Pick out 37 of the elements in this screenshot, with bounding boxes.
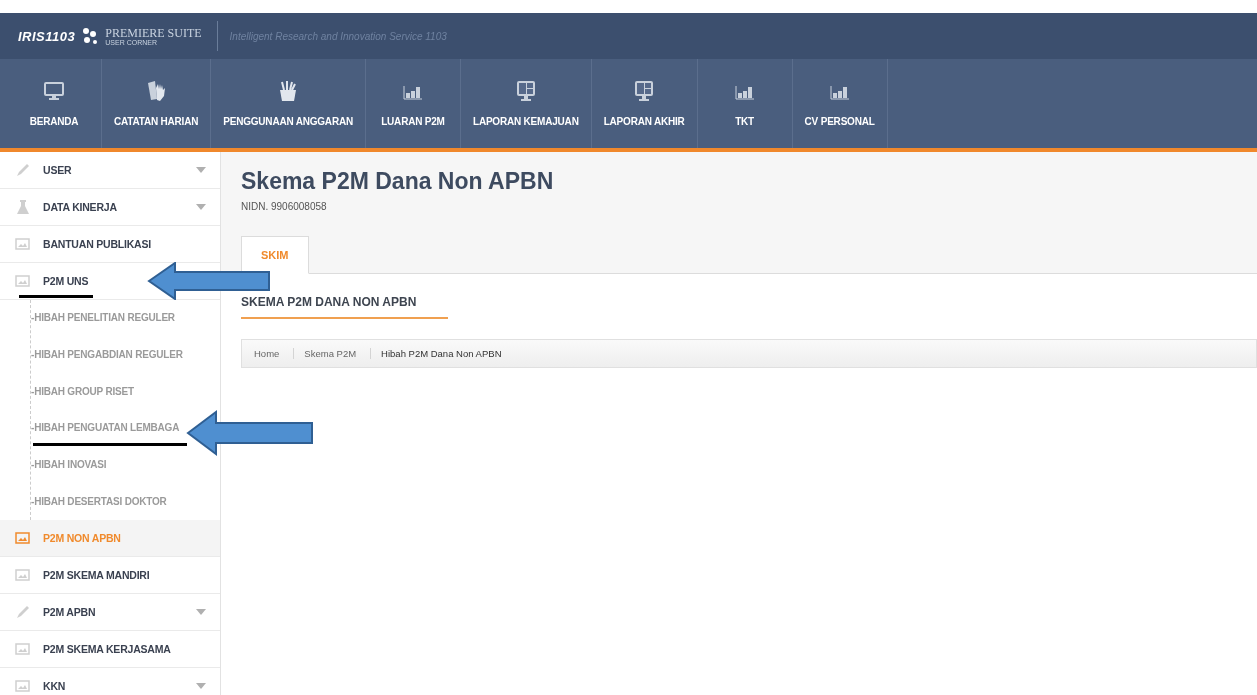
sidebar-item[interactable]: P2M SKEMA MANDIRI	[15, 567, 150, 584]
sidebar-item[interactable]: P2M APBN	[15, 604, 96, 621]
picture-icon	[15, 678, 31, 695]
sidebar-item[interactable]: USER	[15, 162, 72, 178]
logo-text: IRIS1103	[18, 28, 76, 44]
section-title: SKEMA P2M DANA NON APBN	[241, 295, 449, 319]
sidebar-item[interactable]: BANTUAN PUBLIKASI	[15, 236, 151, 252]
page-title: Skema P2M Dana Non APBN	[241, 168, 555, 195]
page-subtitle: NIDN. 9906008058	[241, 201, 328, 212]
breadcrumb-link[interactable]: Skema P2M	[304, 348, 372, 359]
pencil-icon	[15, 604, 31, 621]
sidebar-item[interactable]: P2M UNS	[15, 273, 89, 289]
nav-item[interactable]: LUARAN P2M	[365, 59, 461, 148]
flask-icon	[15, 199, 31, 215]
nav-item[interactable]: LAPORAN KEMAJUAN	[460, 59, 592, 148]
sidebar-item[interactable]: P2M SKEMA KERJASAMA	[15, 641, 171, 658]
nav-item[interactable]: CV PERSONAL	[792, 59, 888, 148]
breadcrumb-link[interactable]: Home	[254, 348, 295, 359]
picture-icon	[15, 567, 31, 584]
nav-item[interactable]: PENGGUNAAN ANGGARAN	[211, 59, 366, 148]
picture-icon	[15, 273, 31, 289]
monitor-icon	[514, 80, 537, 102]
brand-name: PREMIERE SUITE	[105, 26, 202, 39]
nav-item[interactable]: BERANDA	[7, 59, 102, 148]
monitor-icon	[633, 80, 656, 102]
pencil-icon	[15, 162, 31, 178]
picture-icon	[15, 530, 31, 547]
sidebar-item[interactable]: KKN	[15, 678, 66, 695]
sidebar-item[interactable]: DATA KINERJA	[15, 199, 117, 215]
nav-item[interactable]: TKT	[697, 59, 793, 148]
nav-item[interactable]: LAPORAN AKHIR	[591, 59, 698, 148]
monitor-icon	[43, 80, 65, 102]
hand-icon	[145, 80, 168, 102]
picture-icon	[15, 641, 31, 658]
picture-icon	[15, 236, 31, 252]
nav-item[interactable]: CATATAN HARIAN	[102, 59, 212, 148]
breadcrumb-link[interactable]: Hibah P2M Dana Non APBN	[381, 348, 516, 359]
